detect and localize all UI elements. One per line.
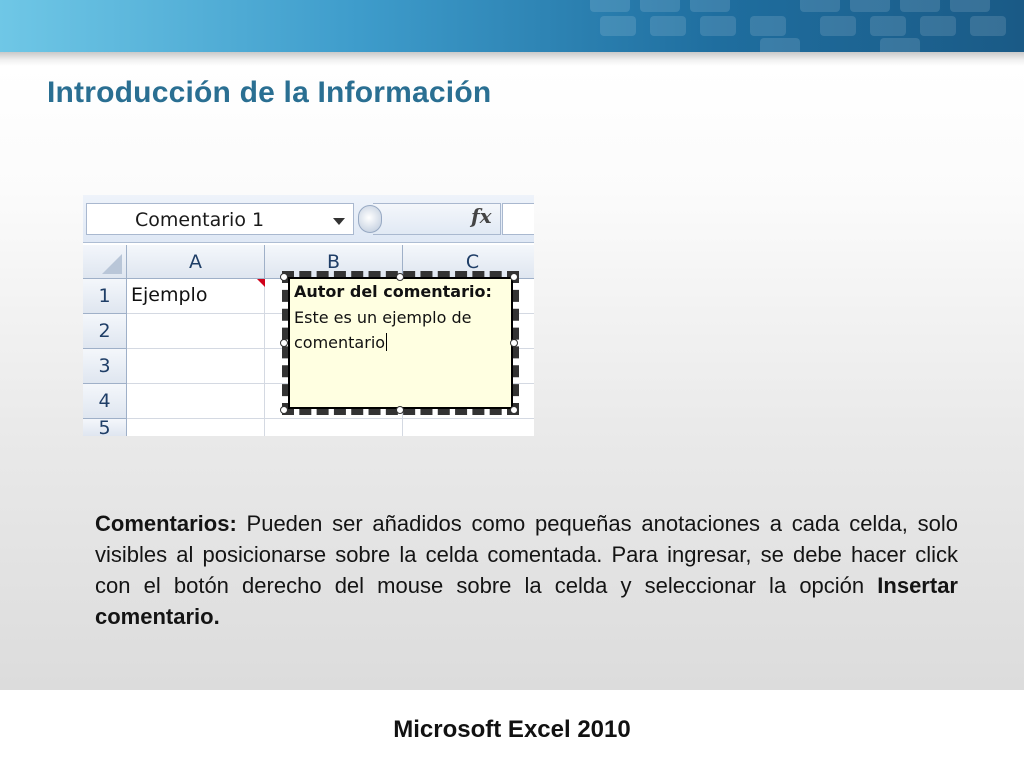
- chevron-down-icon[interactable]: [333, 218, 345, 225]
- resize-handle-icon[interactable]: [280, 273, 288, 281]
- insert-function-icon[interactable]: fx: [471, 204, 492, 228]
- comment-author: Autor del comentario:: [294, 282, 492, 301]
- header-banner: [0, 0, 1024, 52]
- name-box[interactable]: Comentario 1: [86, 203, 354, 235]
- row-header-2[interactable]: 2: [83, 314, 127, 349]
- cell-a2[interactable]: [127, 314, 265, 349]
- comment-line-2: comentario: [294, 333, 388, 352]
- formula-input[interactable]: [502, 203, 534, 235]
- resize-handle-icon[interactable]: [510, 339, 518, 347]
- worksheet-grid: A B C 1 2 3 4 5 Ejemplo Autor del coment…: [83, 245, 534, 436]
- splitter-handle-icon[interactable]: [358, 205, 382, 233]
- cell-a3[interactable]: [127, 349, 265, 384]
- cell-a5[interactable]: [127, 419, 265, 436]
- cell-a1[interactable]: Ejemplo: [127, 279, 265, 314]
- comment-box[interactable]: Autor del comentario: Este es un ejemplo…: [282, 271, 519, 415]
- description-lead: Comentarios:: [95, 511, 237, 536]
- cell-a1-value: Ejemplo: [131, 284, 208, 306]
- resize-handle-icon[interactable]: [280, 406, 288, 414]
- row-header-5[interactable]: 5: [83, 419, 127, 436]
- slide-title: Introducción de la Información: [47, 76, 492, 109]
- resize-handle-icon[interactable]: [510, 273, 518, 281]
- resize-handle-icon[interactable]: [396, 406, 404, 414]
- row-header-1[interactable]: 1: [83, 279, 127, 314]
- cell-c5[interactable]: [403, 419, 534, 436]
- banner-shadow: [0, 52, 1024, 66]
- resize-handle-icon[interactable]: [396, 273, 404, 281]
- name-box-value: Comentario 1: [135, 209, 265, 231]
- description-paragraph: Comentarios: Pueden ser añadidos como pe…: [95, 508, 958, 632]
- resize-handle-icon[interactable]: [510, 406, 518, 414]
- cell-a4[interactable]: [127, 384, 265, 419]
- cell-b5[interactable]: [265, 419, 403, 436]
- column-header-a[interactable]: A: [127, 245, 265, 279]
- row-header-4[interactable]: 4: [83, 384, 127, 419]
- comment-text[interactable]: Este es un ejemplo de comentario: [294, 305, 506, 355]
- text-cursor-icon: [386, 333, 388, 351]
- resize-handle-icon[interactable]: [280, 339, 288, 347]
- comment-line-1: Este es un ejemplo de: [294, 308, 472, 327]
- comment-indicator-icon: [257, 279, 265, 287]
- select-all-button[interactable]: [83, 245, 127, 279]
- row-header-3[interactable]: 3: [83, 349, 127, 384]
- formula-bar: Comentario 1 fx: [83, 195, 534, 243]
- excel-screenshot: Comentario 1 fx A B C 1 2 3 4 5 Ejemplo: [83, 195, 534, 436]
- footer-label: Microsoft Excel 2010: [393, 716, 631, 743]
